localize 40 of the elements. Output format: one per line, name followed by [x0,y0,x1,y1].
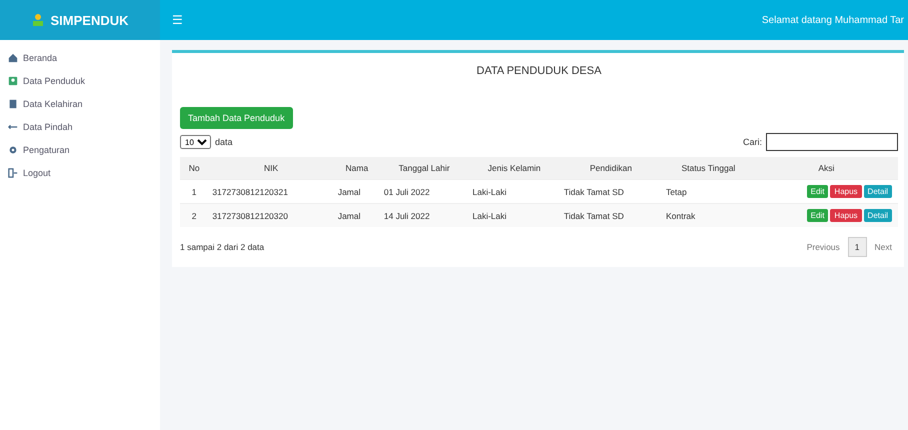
table-cell: Jamal [334,204,380,227]
table-cell: Kontrak [662,204,755,227]
sidebar-item[interactable]: Beranda [0,46,160,69]
page-link[interactable]: Previous [800,237,846,257]
card-title: DATA PENDUDUK DESA [476,65,602,77]
sidebar-item[interactable]: Data Penduduk [0,69,160,92]
delete-button[interactable]: Hapus [830,185,862,198]
column-header[interactable]: Jenis Kelamin [468,157,560,180]
delete-button[interactable]: Hapus [830,209,862,222]
sidebar-item[interactable]: Data Pindah [0,115,160,138]
table-info: 1 sampai 2 dari 2 data [180,242,264,252]
table-cell: Tidak Tamat SD [560,204,662,227]
table-cell: Laki-Laki [468,204,560,227]
column-header[interactable]: Aksi [754,157,898,180]
page-link[interactable]: Next [868,237,898,257]
table-cell: 2 [180,204,208,227]
brand-name: SIMPENDUK [50,12,128,28]
logo-icon [31,13,46,27]
column-header[interactable]: Status Tinggal [662,157,755,180]
column-header[interactable]: Tanggal Lahir [380,157,468,180]
user-card-icon [8,76,18,86]
welcome-text: Selamat datang Muhammad Tar [762,14,905,28]
page-link[interactable]: 1 [848,237,867,257]
column-header[interactable]: Pendidikan [560,157,662,180]
sidebar-item[interactable]: Data Kelahiran [0,92,160,115]
book-icon [8,98,18,108]
column-header[interactable]: NIK [208,157,334,180]
sidebar-item[interactable]: Logout [0,161,160,184]
search-label: Cari: [742,137,762,147]
search-field[interactable] [766,133,898,151]
column-header[interactable]: Nama [334,157,380,180]
sidebar-item[interactable]: Pengaturan [0,138,160,161]
gear-icon [8,144,18,154]
column-header[interactable]: No [180,157,208,180]
table-cell: 14 Juli 2022 [380,204,468,227]
home-icon [8,52,18,62]
entries-label: data [215,137,233,147]
entries-select[interactable]: 10 [180,135,211,149]
table-cell: 3172730812120320 [208,204,334,227]
logout-icon [8,168,18,178]
